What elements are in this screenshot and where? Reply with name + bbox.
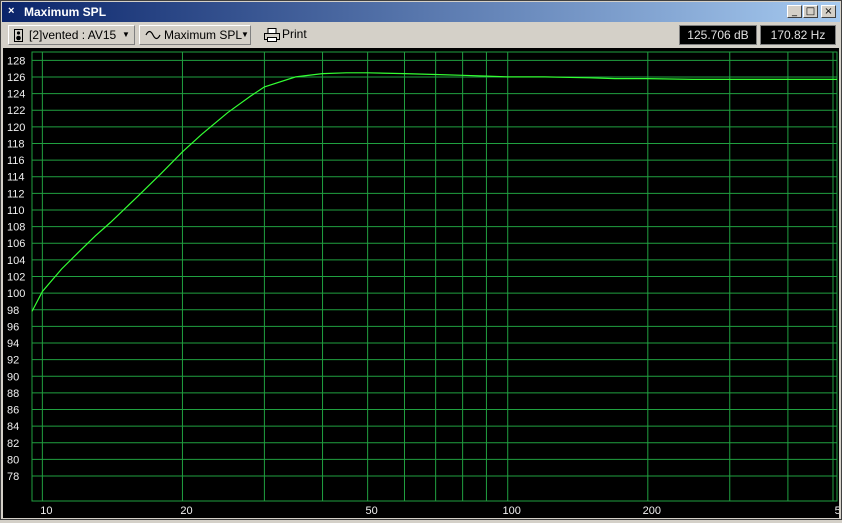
- y-tick-label: 118: [7, 138, 25, 150]
- chevron-down-icon[interactable]: ▼: [122, 26, 130, 44]
- y-tick-label: 84: [7, 421, 19, 433]
- y-tick-label: 114: [7, 172, 25, 184]
- window-frame: × Maximum SPL _ □ × [2]vented : AV15 ▼ M…: [0, 0, 842, 520]
- y-tick-label: 104: [7, 255, 25, 267]
- y-tick-label: 110: [7, 205, 25, 217]
- x-tick-label: 20: [180, 505, 192, 517]
- close-button[interactable]: ×: [821, 5, 836, 18]
- spl-chart: 128 126 124 122 120 118 116 114 112 110 108 106 104 1…: [7, 51, 842, 517]
- y-tick-label: 82: [7, 438, 19, 450]
- y-tick-label: 126: [7, 72, 25, 84]
- y-tick-label: 92: [7, 355, 19, 367]
- frequency-readout: 170.82 Hz: [760, 25, 836, 45]
- y-tick-label: 108: [7, 222, 25, 234]
- x-tick-label: 10: [40, 505, 52, 517]
- window-title: Maximum SPL: [24, 5, 107, 19]
- print-button[interactable]: Print: [262, 25, 312, 45]
- y-tick-label: 128: [7, 55, 25, 67]
- y-tick-label: 116: [7, 155, 25, 167]
- graph-select[interactable]: Maximum SPL ▼: [139, 25, 251, 45]
- y-tick-label: 88: [7, 388, 19, 400]
- window-menu-icon[interactable]: ×: [8, 5, 14, 17]
- y-tick-label: 80: [7, 454, 19, 466]
- y-tick-label: 122: [7, 105, 25, 117]
- y-tick-label: 100: [7, 288, 25, 300]
- design-select[interactable]: [2]vented : AV15 ▼: [8, 25, 135, 45]
- x-tick-label: 50: [366, 505, 378, 517]
- title-bar[interactable]: × Maximum SPL _ □ ×: [2, 2, 840, 22]
- minimize-button[interactable]: _: [787, 5, 802, 18]
- y-tick-label: 86: [7, 405, 19, 417]
- x-tick-label: 500: [835, 505, 839, 517]
- y-tick-label: 96: [7, 321, 19, 333]
- sine-wave-icon: [145, 30, 161, 40]
- maximize-button[interactable]: □: [803, 5, 818, 18]
- y-tick-label: 120: [7, 122, 25, 134]
- x-tick-label: 200: [643, 505, 661, 517]
- x-tick-label: 100: [503, 505, 521, 517]
- y-tick-label: 90: [7, 371, 19, 383]
- printer-icon: [264, 28, 280, 42]
- y-tick-label: 106: [7, 238, 25, 250]
- graph-select-value: Maximum SPL: [164, 28, 243, 42]
- print-label: Print: [282, 27, 307, 41]
- design-select-value: [2]vented : AV15: [29, 28, 117, 42]
- y-tick-label: 102: [7, 272, 25, 284]
- spl-readout: 125.706 dB: [679, 25, 757, 45]
- toolbar: [2]vented : AV15 ▼ Maximum SPL ▼ Print 1…: [2, 23, 840, 47]
- plot-area[interactable]: 128 126 124 122 120 118 116 114 112 110 108 106 104 1…: [3, 48, 842, 518]
- y-tick-label: 112: [7, 188, 25, 200]
- y-tick-label: 124: [7, 89, 25, 101]
- y-tick-label: 94: [7, 338, 19, 350]
- y-tick-label: 98: [7, 305, 19, 317]
- speaker-icon: [14, 29, 23, 42]
- spl-curve-line: [31, 72, 837, 312]
- y-tick-label: 78: [7, 471, 19, 483]
- chevron-down-icon[interactable]: ▼: [241, 26, 249, 44]
